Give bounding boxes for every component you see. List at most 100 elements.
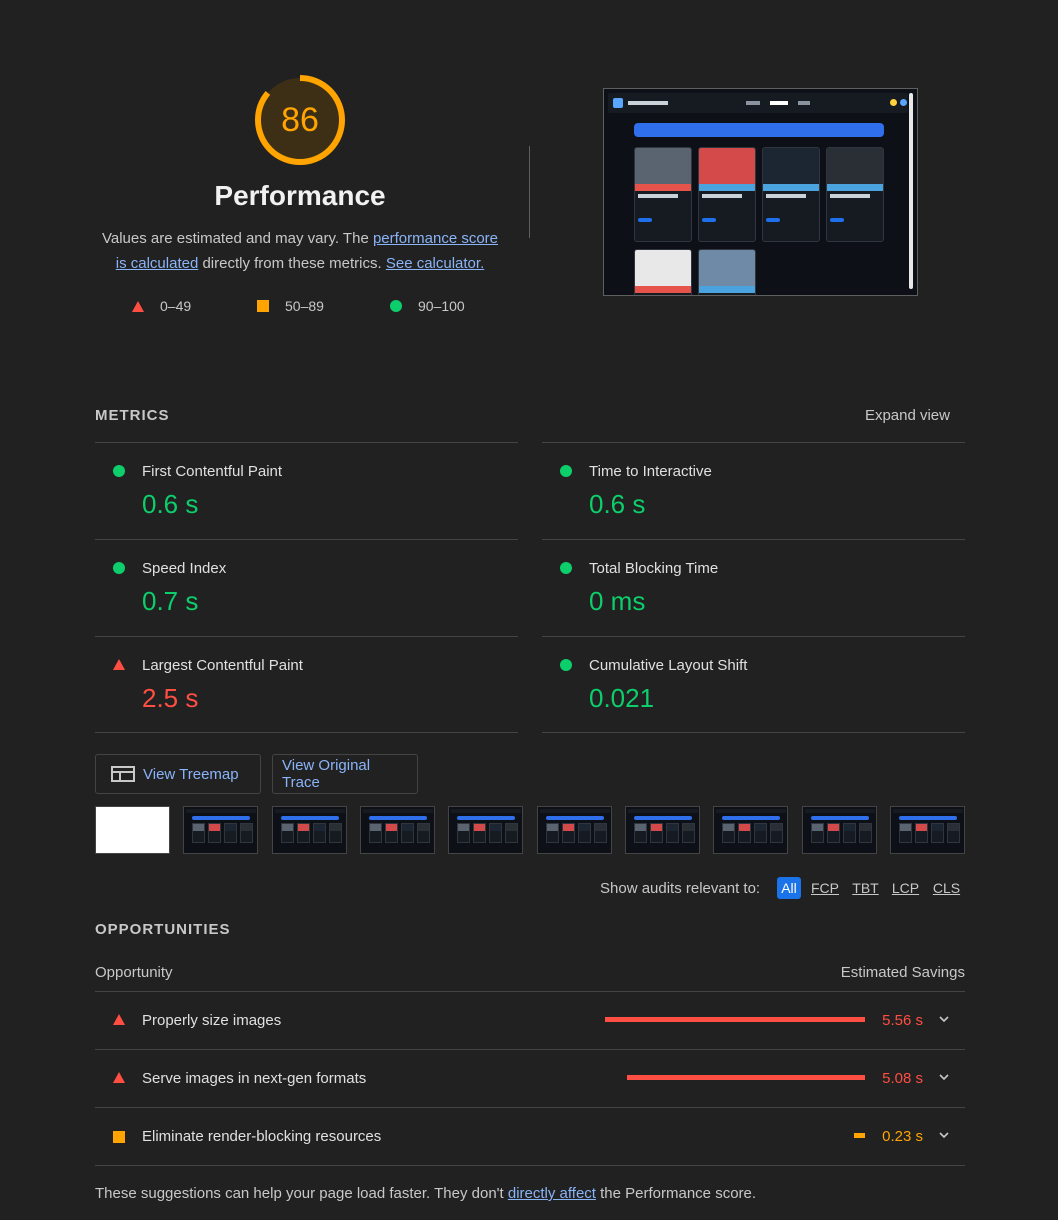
metric-label: Speed Index (142, 560, 227, 577)
metric-speed-index: Speed Index 0.7 s (95, 540, 518, 636)
metric-largest-contentful-paint: Largest Contentful Paint 2.5 s (95, 637, 518, 733)
metric-time-to-interactive: Time to Interactive 0.6 s (542, 443, 965, 539)
legend-fail-label: 0–49 (160, 298, 192, 314)
savings-column-header: Estimated Savings (840, 964, 965, 981)
see-calculator-link[interactable]: See calculator. (386, 255, 484, 272)
screenshot-card (634, 249, 692, 295)
view-treemap-button[interactable]: View Treemap (95, 754, 261, 794)
opportunities-footer: These suggestions can help your page loa… (95, 1185, 756, 1202)
pass-circle-icon (390, 300, 402, 312)
view-treemap-label: View Treemap (143, 765, 239, 783)
fail-triangle-icon (132, 300, 144, 312)
score-legend: 0–49 50–89 90–100 (125, 298, 505, 318)
description-text-2: directly from these metrics. (198, 255, 386, 272)
pass-circle-icon (560, 562, 572, 574)
metric-value: 0.6 s (589, 489, 646, 519)
metric-value: 0 ms (589, 586, 646, 616)
filmstrip-frame (537, 806, 612, 854)
filter-cls[interactable]: CLS (930, 877, 963, 899)
score-description: Values are estimated and may vary. The p… (96, 226, 504, 276)
description-text: Values are estimated and may vary. The (101, 230, 373, 247)
opportunity-savings: 0.23 s (882, 1128, 923, 1145)
screenshot-scrollbar (909, 93, 913, 289)
pass-circle-icon (113, 465, 125, 477)
filmstrip-frame (890, 806, 965, 854)
screenshot-nav (608, 93, 908, 113)
opportunity-column-header: Opportunity (95, 964, 173, 981)
pass-circle-icon (113, 562, 125, 574)
filmstrip-frame (95, 806, 170, 854)
view-original-trace-button[interactable]: View Original Trace (272, 754, 418, 794)
average-square-icon (257, 300, 269, 312)
savings-bar (854, 1133, 865, 1138)
metric-label: Time to Interactive (589, 463, 712, 480)
pass-circle-icon (560, 659, 572, 671)
footer-text: These suggestions can help your page loa… (95, 1185, 508, 1202)
fail-triangle-icon (113, 659, 125, 670)
fail-triangle-icon (113, 1014, 125, 1025)
metric-label: Total Blocking Time (589, 560, 719, 577)
opportunity-row[interactable]: Serve images in next-gen formats 5.08 s (95, 1050, 965, 1108)
filmstrip-frame (625, 806, 700, 854)
fail-triangle-icon (113, 1072, 125, 1083)
filmstrip-frame (183, 806, 258, 854)
screenshot-card (826, 147, 884, 242)
legend-average: 50–89 (257, 298, 324, 314)
filmstrip-frame (713, 806, 788, 854)
metric-value: 0.7 s (142, 586, 199, 616)
opportunity-divider (95, 1165, 965, 1166)
metric-first-contentful-paint: First Contentful Paint 0.6 s (95, 443, 518, 539)
final-screenshot[interactable] (603, 88, 918, 296)
category-title: Performance (214, 180, 386, 211)
filmstrip-frame (272, 806, 347, 854)
opportunity-name: Serve images in next-gen formats (142, 1070, 367, 1087)
screenshot-card (762, 147, 820, 242)
chevron-down-icon[interactable] (939, 1072, 949, 1082)
screenshot-banner (634, 123, 884, 137)
savings-bar (605, 1017, 865, 1022)
filter-lcp[interactable]: LCP (889, 877, 922, 899)
legend-average-label: 50–89 (285, 298, 324, 314)
filmstrip-frame (448, 806, 523, 854)
opportunity-name: Properly size images (142, 1012, 282, 1029)
opportunity-name: Eliminate render-blocking resources (142, 1128, 382, 1145)
metric-label: Cumulative Layout Shift (589, 657, 748, 674)
metric-value: 0.021 (589, 683, 655, 713)
filmstrip-frame (360, 806, 435, 854)
opportunity-savings: 5.08 s (882, 1070, 923, 1087)
metric-label: First Contentful Paint (142, 463, 283, 480)
opportunity-savings: 5.56 s (882, 1012, 923, 1029)
screenshot-card (698, 147, 756, 242)
chevron-down-icon[interactable] (939, 1130, 949, 1140)
view-trace-label: View Original Trace (282, 757, 371, 791)
metric-value: 2.5 s (142, 683, 199, 713)
header-divider (529, 146, 530, 238)
opportunity-row[interactable]: Properly size images 5.56 s (95, 992, 965, 1050)
audit-filter-label: Show audits relevant to: (600, 880, 761, 897)
filter-all[interactable]: All (777, 877, 801, 899)
pass-circle-icon (560, 465, 572, 477)
screenshot-card (698, 249, 756, 295)
filmstrip-frame (802, 806, 877, 854)
treemap-icon (111, 766, 135, 782)
metric-total-blocking-time: Total Blocking Time 0 ms (542, 540, 965, 636)
metric-label: Largest Contentful Paint (142, 657, 303, 674)
legend-fail: 0–49 (132, 298, 191, 314)
opportunity-row[interactable]: Eliminate render-blocking resources 0.23… (95, 1108, 965, 1166)
legend-pass-label: 90–100 (418, 298, 465, 314)
average-square-icon (113, 1131, 125, 1143)
metric-cumulative-layout-shift: Cumulative Layout Shift 0.021 (542, 637, 965, 733)
opportunities-title: OPPORTUNITIES (95, 921, 231, 938)
expand-view-toggle[interactable]: Expand view (840, 407, 950, 424)
filter-fcp[interactable]: FCP (808, 877, 842, 899)
directly-affect-link[interactable]: directly affect (508, 1185, 596, 1202)
legend-pass: 90–100 (390, 298, 465, 314)
performance-score-value: 86 (281, 100, 319, 139)
footer-text-2: the Performance score. (595, 1185, 757, 1202)
chevron-down-icon[interactable] (939, 1014, 949, 1024)
screenshot-card (634, 147, 692, 242)
savings-bar (627, 1075, 865, 1080)
metric-value: 0.6 s (142, 489, 199, 519)
filter-tbt[interactable]: TBT (849, 877, 882, 899)
metrics-title: METRICS (95, 407, 170, 424)
